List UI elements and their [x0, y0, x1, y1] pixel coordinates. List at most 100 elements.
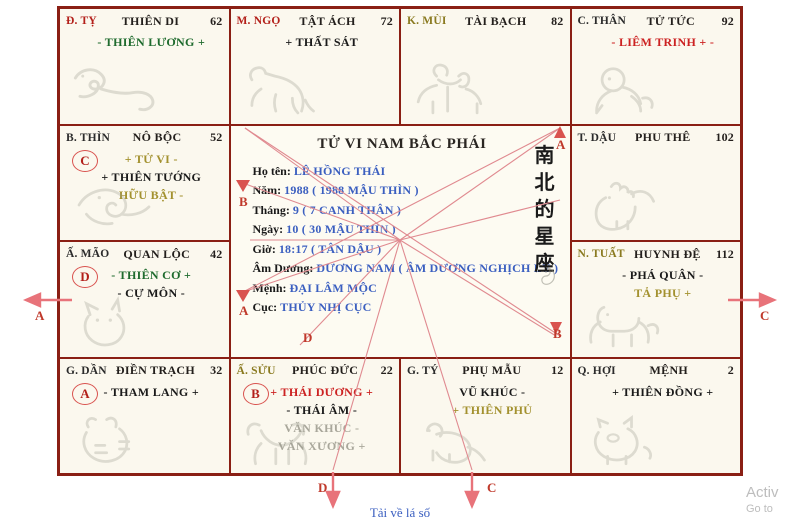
- chi-label: M. NGỌ: [236, 15, 281, 27]
- star-name: - THAM LANG +: [103, 384, 200, 399]
- cell-tytiny[interactable]: G. TÝ PHỤ MẪU 12 VŨ KHÚC - + THIÊN PHỦ: [400, 357, 571, 474]
- monkey-icon: [580, 58, 672, 120]
- arrow-label-b-botright: B: [553, 326, 562, 341]
- arrow-label-c-bottom: C: [487, 480, 497, 495]
- horse-icon: [239, 58, 331, 120]
- arrow-label-a-topright: A: [556, 137, 566, 152]
- cell-thin[interactable]: B. THÌN NÔ BỘC 52 C + TỬ VI - + THIÊN TƯỚNG HỮ…: [59, 124, 230, 241]
- star-list: - THAM LANG +: [60, 383, 229, 401]
- palace-name: NÔ BỘC: [132, 130, 182, 144]
- arrow-label-d-center: D: [303, 330, 313, 345]
- chi-label: Ấ. SỬU: [236, 364, 276, 377]
- chi-label: Q. HỢI: [577, 364, 616, 377]
- tiger-icon: [68, 407, 160, 469]
- cell-tuat[interactable]: N. TUẤT HUYNH ĐỆ 112- PHÁ QUÂN - TẢ PHỤ +: [570, 241, 741, 358]
- cell-header: Đ. TỴ THIÊN DI 62: [66, 13, 223, 29]
- arrow-label-d-bottom: D: [318, 480, 328, 495]
- palace-name: QUAN LỘC: [123, 246, 191, 261]
- ox-icon: [239, 407, 331, 469]
- download-chart-link[interactable]: Tải về lá số: [0, 505, 800, 521]
- age-number: 72: [380, 13, 393, 28]
- chi-label: G. DẦN: [66, 364, 107, 377]
- tuvi-chart-page: Đ. TỴ THIÊN DI 62 - THIÊN LƯƠNG + M. NGỌ TẬT …: [0, 0, 800, 529]
- center-cell: [229, 124, 571, 358]
- cell-header: G. DẦN ĐIỀN TRẠCH 32: [66, 363, 223, 379]
- star-name: - PHÁ QUÂN -: [622, 268, 704, 282]
- dog-icon: [580, 291, 672, 353]
- arrow-label-b-center: B: [239, 194, 248, 209]
- watermark-line-1: Activ: [746, 484, 779, 501]
- rat-icon: [409, 407, 501, 469]
- age-number: 52: [210, 130, 223, 144]
- age-number: 62: [210, 13, 223, 28]
- tuvi-chart-frame: Đ. TỴ THIÊN DI 62 - THIÊN LƯƠNG + M. NGỌ TẬT …: [57, 6, 743, 476]
- rooster-icon: [580, 174, 672, 236]
- dragon-icon: [68, 174, 160, 236]
- cell-dan[interactable]: G. DẦN ĐIỀN TRẠCH 32 A - THAM LANG +: [59, 357, 230, 474]
- age-number: 12: [551, 363, 564, 377]
- tuvi-grid: Đ. TỴ THIÊN DI 62 - THIÊN LƯƠNG + M. NGỌ TẬT …: [59, 8, 741, 474]
- star-name: - THIÊN CƠ +: [111, 268, 192, 282]
- star-name: VŨ KHÚC -: [459, 384, 526, 399]
- star-name: + THIÊN ĐỒNG +: [612, 384, 714, 399]
- chi-label: N. TUẤT: [577, 248, 625, 260]
- goat-icon: [409, 58, 501, 120]
- palace-name: TỬ TỨC: [646, 13, 695, 28]
- cell-header: N. TUẤT HUYNH ĐỆ 112: [578, 246, 735, 262]
- palace-name: PHỤ MẪU: [462, 363, 522, 377]
- watermark-line-2: Go to: [746, 503, 773, 515]
- cell-mui[interactable]: K. MÙI TÀI BẠCH 82: [400, 8, 571, 125]
- age-number: 92: [721, 13, 734, 28]
- palace-name: PHU THÊ: [635, 130, 691, 144]
- star-name: + TỬ VI -: [124, 151, 178, 166]
- palace-name: MỆNH: [649, 363, 689, 377]
- cell-header: T. DẬU PHU THÊ 102: [578, 130, 735, 146]
- snake-icon: [68, 58, 160, 120]
- star-list: + THIÊN ĐỒNG +: [572, 383, 741, 401]
- age-number: 42: [210, 246, 223, 261]
- age-number: 82: [551, 13, 564, 28]
- cell-suu[interactable]: Ấ. SỬU PHÚC ĐỨC 22 B + THÁI DƯƠNG + - THÁI ÂM…: [229, 357, 400, 474]
- windows-activation-watermark: Activ Go to: [746, 484, 800, 516]
- palace-name: THIÊN DI: [121, 13, 180, 28]
- arrow-label-c-right: C: [760, 308, 770, 323]
- arrow-label-a-center: A: [239, 303, 249, 318]
- palace-name: TẬT ÁCH: [299, 13, 356, 28]
- age-number: 112: [716, 246, 734, 261]
- cell-dau[interactable]: T. DẬU PHU THÊ 102: [570, 124, 741, 241]
- cell-header: Ấ. MÃO QUAN LỘC 42: [66, 246, 223, 262]
- cell-header: Q. HỢI MỆNH 2: [578, 363, 735, 379]
- chi-label: B. THÌN: [66, 131, 111, 144]
- chi-label: Đ. TỴ: [66, 15, 97, 27]
- cell-hoi[interactable]: Q. HỢI MỆNH 2 + THIÊN ĐỒNG +: [570, 357, 741, 474]
- arrow-label-a-left: A: [35, 308, 45, 323]
- star-name: - THIÊN LƯƠNG +: [97, 35, 206, 49]
- star-name: + THÁI DƯƠNG +: [270, 384, 374, 399]
- star-list: - THIÊN LƯƠNG +: [60, 33, 229, 51]
- cell-ngo[interactable]: M. NGỌ TẬT ÁCH 72 + THẤT SÁT: [229, 8, 400, 125]
- star-name: + THẤT SÁT: [285, 35, 359, 49]
- cell-ty[interactable]: Đ. TỴ THIÊN DI 62 - THIÊN LƯƠNG +: [59, 8, 230, 125]
- star-list: - LIÊM TRINH + -: [572, 33, 741, 51]
- chi-label: T. DẬU: [577, 131, 617, 144]
- palace-name: HUYNH ĐỆ: [634, 246, 701, 261]
- cell-header: G. TÝ PHỤ MẪU 12: [407, 363, 564, 379]
- star-list: + THẤT SÁT: [231, 33, 400, 51]
- age-number: 102: [715, 130, 734, 144]
- cell-header: K. MÙI TÀI BẠCH 82: [407, 13, 564, 29]
- age-number: 32: [210, 363, 223, 377]
- cell-mao[interactable]: Ấ. MÃO QUAN LỘC 42 D - THIÊN CƠ + - CỰ MÔN -: [59, 241, 230, 358]
- cell-than[interactable]: C. THÂN TỬ TỨC 92 - LIÊM TRINH + -: [570, 8, 741, 125]
- star-name: - LIÊM TRINH + -: [611, 35, 715, 49]
- chi-label: Ấ. MÃO: [66, 248, 110, 260]
- pig-icon: [580, 407, 672, 469]
- chi-label: G. TÝ: [407, 364, 439, 377]
- cell-header: B. THÌN NÔ BỘC 52: [66, 130, 223, 146]
- palace-name: TÀI BẠCH: [465, 13, 527, 28]
- age-number: 22: [380, 363, 393, 377]
- cat-icon: [68, 291, 160, 353]
- chi-label: K. MÙI: [407, 15, 447, 27]
- cell-header: C. THÂN TỬ TỨC 92: [578, 13, 735, 29]
- palace-name: ĐIỀN TRẠCH: [115, 363, 196, 377]
- palace-name: PHÚC ĐỨC: [291, 363, 359, 377]
